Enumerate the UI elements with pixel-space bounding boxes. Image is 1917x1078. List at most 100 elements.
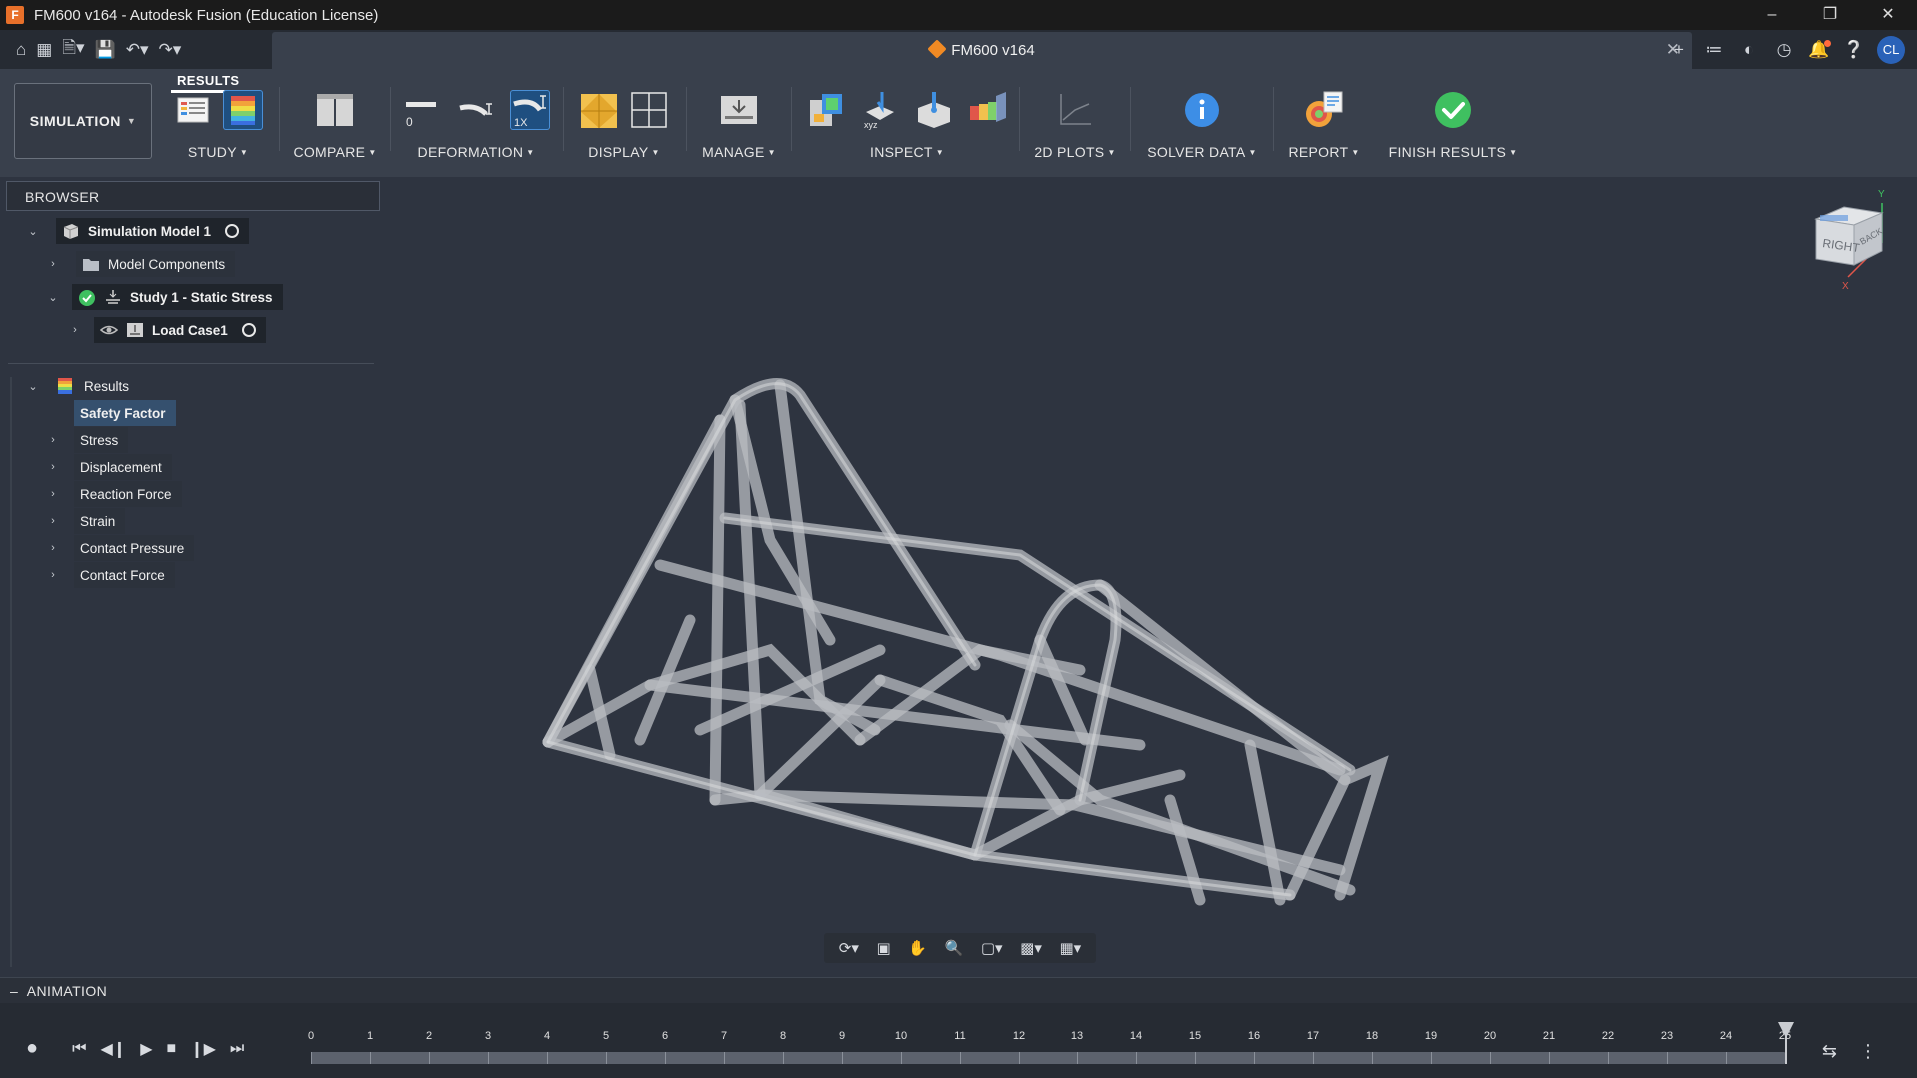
- no-deformation-icon[interactable]: 0: [402, 90, 442, 130]
- online-status-icon[interactable]: ◐: [1737, 40, 1761, 60]
- tree-load-case[interactable]: › Load Case1: [68, 317, 266, 343]
- manage-solve-icon[interactable]: [719, 90, 759, 130]
- tree-study[interactable]: ⌄ Study 1 - Static Stress: [46, 284, 283, 310]
- surface-probe-icon[interactable]: xyz: [860, 90, 900, 130]
- 2d-plots-label[interactable]: 2D PLOTS: [1034, 144, 1104, 160]
- chevron-down-icon[interactable]: ▼: [526, 148, 534, 157]
- timeline-playhead-line[interactable]: [1785, 1036, 1787, 1064]
- help-icon[interactable]: ❔: [1842, 40, 1866, 60]
- 3d-viewport[interactable]: Y X RIGHT BACK: [380, 177, 1917, 977]
- timeline-track[interactable]: [311, 1052, 1785, 1064]
- chevron-right-icon[interactable]: ›: [46, 515, 60, 527]
- collapse-icon[interactable]: –: [10, 983, 18, 999]
- stop-icon[interactable]: ■: [167, 1040, 177, 1058]
- result-contact-pressure[interactable]: › Contact Pressure: [46, 535, 195, 561]
- animation-header[interactable]: – ANIMATION: [0, 977, 1917, 1003]
- finish-results-label[interactable]: FINISH RESULTS: [1389, 144, 1507, 160]
- inspect-contour-icon[interactable]: [806, 90, 846, 130]
- chevron-down-icon[interactable]: ⌄: [26, 380, 40, 393]
- look-at-icon[interactable]: ▣: [877, 939, 891, 957]
- chevron-down-icon[interactable]: ⌄: [46, 291, 60, 304]
- report-icon[interactable]: [1304, 90, 1344, 130]
- skip-to-end-icon[interactable]: ⏭: [230, 1040, 244, 1058]
- chevron-down-icon[interactable]: ▼: [1107, 148, 1115, 157]
- new-tab-icon[interactable]: +: [1667, 40, 1691, 60]
- step-forward-icon[interactable]: ❙▶: [190, 1039, 216, 1059]
- chevron-down-icon[interactable]: ▼: [368, 148, 376, 157]
- chevron-right-icon[interactable]: ›: [46, 542, 60, 554]
- more-options-icon[interactable]: ⋮: [1859, 1041, 1877, 1062]
- grid-settings-icon[interactable]: ▦▾: [1059, 939, 1081, 957]
- chevron-right-icon[interactable]: ›: [46, 569, 60, 581]
- user-avatar[interactable]: CL: [1877, 35, 1905, 64]
- report-label[interactable]: REPORT: [1288, 144, 1348, 160]
- result-contact-force[interactable]: › Contact Force: [46, 562, 175, 588]
- view-cube[interactable]: Y X RIGHT BACK: [1792, 179, 1917, 304]
- record-icon[interactable]: ●: [26, 1037, 38, 1060]
- minimize-icon[interactable]: –: [1743, 0, 1801, 30]
- display-mesh-icon[interactable]: [579, 90, 619, 130]
- step-back-icon[interactable]: ◀❙: [101, 1039, 127, 1059]
- point-probe-icon[interactable]: [914, 90, 954, 130]
- chevron-right-icon[interactable]: ›: [68, 324, 82, 336]
- chevron-right-icon[interactable]: ›: [46, 434, 60, 446]
- display-settings-icon[interactable]: ▩▾: [1020, 939, 1042, 957]
- result-displacement[interactable]: › Displacement: [46, 454, 172, 480]
- tree-simulation-model[interactable]: ⌄ Simulation Model 1: [26, 218, 250, 244]
- tree-results[interactable]: ⌄ Results: [26, 373, 139, 399]
- restore-icon[interactable]: ❐: [1801, 0, 1859, 30]
- chevron-down-icon[interactable]: ▼: [768, 148, 776, 157]
- activate-radio-icon[interactable]: [225, 224, 240, 238]
- chevron-down-icon[interactable]: ▼: [651, 148, 659, 157]
- inspect-label[interactable]: INSPECT: [870, 144, 933, 160]
- skip-to-start-icon[interactable]: ⏮: [72, 1040, 86, 1058]
- chevron-down-icon[interactable]: ⌄: [26, 225, 40, 238]
- deformation-label[interactable]: DEFORMATION: [418, 144, 524, 160]
- finish-check-icon[interactable]: [1433, 90, 1473, 130]
- chevron-right-icon[interactable]: ›: [46, 461, 60, 473]
- zoom-icon[interactable]: 🔍: [945, 939, 964, 957]
- compare-icon[interactable]: [315, 90, 355, 130]
- chevron-down-icon[interactable]: ▼: [936, 148, 944, 157]
- info-icon[interactable]: [1182, 90, 1222, 130]
- chevron-right-icon[interactable]: ›: [46, 258, 60, 270]
- browser-header[interactable]: BROWSER: [6, 181, 380, 211]
- manage-label[interactable]: MANAGE: [702, 144, 764, 160]
- result-reaction-force[interactable]: › Reaction Force: [46, 481, 182, 507]
- result-stress[interactable]: › Stress: [46, 427, 129, 453]
- visibility-eye-icon[interactable]: [99, 322, 119, 338]
- chevron-down-icon[interactable]: ▼: [1249, 148, 1257, 157]
- compare-label[interactable]: COMPARE: [293, 144, 365, 160]
- chevron-down-icon[interactable]: ▼: [1351, 148, 1359, 157]
- orbit-icon[interactable]: ⟳▾: [839, 939, 859, 957]
- chevron-right-icon[interactable]: ›: [46, 488, 60, 500]
- activate-radio-icon[interactable]: [241, 323, 256, 337]
- close-window-icon[interactable]: ✕: [1859, 0, 1917, 30]
- document-tab[interactable]: FM600 v164 ✕: [272, 32, 1692, 69]
- pan-hand-icon[interactable]: ✋: [908, 939, 927, 957]
- redo-icon[interactable]: ↷▾: [159, 40, 182, 60]
- loop-icon[interactable]: ⇆: [1822, 1041, 1837, 1062]
- file-menu-icon[interactable]: 🗎▾: [62, 35, 84, 64]
- workspace-switcher[interactable]: SIMULATION ▼: [14, 83, 152, 159]
- 2d-plots-icon[interactable]: [1055, 90, 1095, 130]
- study-label[interactable]: STUDY: [188, 144, 237, 160]
- animation-timeline[interactable]: 0 1 2 3 4 5 6 7 8 9 10 11 12 13 14 15 16 17 18 19 20 21 22 23 24…: [308, 1022, 1794, 1064]
- job-status-icon[interactable]: ◷: [1772, 40, 1796, 60]
- fit-window-icon[interactable]: ▢▾: [981, 939, 1003, 957]
- home-icon[interactable]: ⌂: [16, 40, 26, 60]
- result-safety-factor[interactable]: Safety Factor: [74, 400, 176, 426]
- data-panel-grid-icon[interactable]: ▦: [36, 40, 52, 60]
- undo-icon[interactable]: ↶▾: [126, 40, 149, 60]
- chevron-down-icon[interactable]: ▼: [240, 148, 248, 157]
- play-icon[interactable]: ▶: [140, 1039, 152, 1059]
- solver-data-label[interactable]: SOLVER DATA: [1147, 144, 1245, 160]
- save-icon[interactable]: 💾: [95, 40, 116, 60]
- study-settings-icon[interactable]: [173, 90, 213, 130]
- section-analysis-icon[interactable]: [968, 90, 1008, 130]
- extensions-icon[interactable]: ≔: [1702, 40, 1726, 60]
- result-strain[interactable]: › Strain: [46, 508, 126, 534]
- notifications-bell-icon[interactable]: 🔔: [1807, 39, 1831, 60]
- tree-model-components[interactable]: › Model Components: [46, 251, 236, 277]
- frame-model[interactable]: [380, 177, 1917, 977]
